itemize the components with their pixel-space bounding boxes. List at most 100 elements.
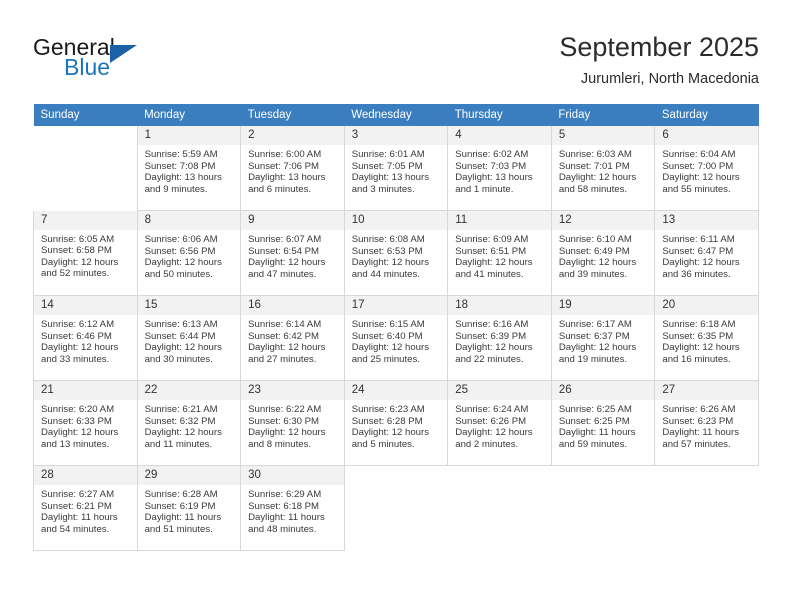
sunset-text: Sunset: 6:56 PM: [144, 245, 216, 257]
sunrise-text: Sunrise: 6:26 AM: [662, 404, 736, 415]
sunrise-text: Sunrise: 6:08 AM: [351, 234, 425, 245]
day-number: 24: [344, 381, 448, 400]
sunrise-text: Sunrise: 6:06 AM: [144, 234, 218, 245]
sunset-text: Sunset: 6:30 PM: [248, 415, 320, 427]
day-number: 10: [344, 211, 448, 230]
day-number: 26: [551, 381, 655, 400]
daylight-text: Daylight: 12 hours and 27 minutes.: [248, 342, 326, 365]
day-details: Sunrise: 6:23 AM Sunset: 6:28 PM Daylight:…: [345, 400, 448, 450]
daylight-text: Daylight: 12 hours and 30 minutes.: [144, 342, 222, 365]
daylight-text: Daylight: 12 hours and 5 minutes.: [351, 427, 430, 450]
calendar-day-cell[interactable]: 27 Sunrise: 6:26 AM Sunset: 6:23 PM Dayligh…: [654, 380, 759, 466]
calendar-day-cell[interactable]: 8 Sunrise: 6:06 AM Sunset: 6:56 PM Daylight…: [136, 210, 242, 296]
calendar-cell-empty: [447, 465, 552, 551]
calendar-day-cell[interactable]: 3 Sunrise: 6:01 AM Sunset: 7:05 PM Daylight…: [343, 126, 449, 211]
calendar-day-cell[interactable]: 4 Sunrise: 6:02 AM Sunset: 7:03 PM Daylight…: [447, 126, 552, 211]
day-number: 30: [241, 466, 344, 485]
day-number: 28: [34, 466, 137, 485]
sunset-text: Sunset: 6:42 PM: [248, 330, 320, 342]
calendar-day-cell[interactable]: 2 Sunrise: 6:00 AM Sunset: 7:06 PM Daylight…: [240, 126, 345, 211]
calendar-day-cell[interactable]: 30 Sunrise: 6:29 AM Sunset: 6:18 PM Dayligh…: [240, 465, 345, 551]
day-details: Sunrise: 6:04 AM Sunset: 7:00 PM Daylight:…: [655, 145, 758, 195]
daylight-text: Daylight: 11 hours and 59 minutes.: [558, 427, 636, 450]
calendar-day-cell[interactable]: 25 Sunrise: 6:24 AM Sunset: 6:26 PM Dayligh…: [447, 380, 552, 466]
calendar-day-cell[interactable]: 16 Sunrise: 6:14 AM Sunset: 6:42 PM Dayligh…: [240, 295, 345, 381]
sunrise-text: Sunrise: 6:11 AM: [662, 234, 735, 245]
day-number: 5: [551, 126, 655, 145]
daylight-text: Daylight: 12 hours and 16 minutes.: [662, 342, 740, 365]
calendar-day-cell[interactable]: 13 Sunrise: 6:11 AM Sunset: 6:47 PM Dayligh…: [654, 210, 759, 296]
daylight-text: Daylight: 13 hours and 1 minute.: [455, 172, 533, 195]
sunrise-text: Sunrise: 6:21 AM: [144, 404, 218, 415]
calendar-day-cell[interactable]: 11 Sunrise: 6:09 AM Sunset: 6:51 PM Dayligh…: [447, 210, 552, 296]
sunrise-text: Sunrise: 6:10 AM: [558, 234, 632, 245]
calendar-day-cell[interactable]: 24 Sunrise: 6:23 AM Sunset: 6:28 PM Dayligh…: [343, 380, 449, 466]
sunrise-text: Sunrise: 6:15 AM: [351, 319, 425, 330]
day-number: 11: [448, 211, 551, 230]
day-details: Sunrise: 6:00 AM Sunset: 7:06 PM Daylight:…: [241, 145, 344, 195]
day-details: Sunrise: 6:08 AM Sunset: 6:53 PM Daylight:…: [345, 230, 448, 280]
calendar-day-cell[interactable]: 17 Sunrise: 6:15 AM Sunset: 6:40 PM Dayligh…: [343, 295, 449, 381]
logo-text-blue: Blue: [64, 54, 111, 80]
day-details: Sunrise: 6:16 AM Sunset: 6:39 PM Daylight:…: [448, 315, 551, 365]
sunset-text: Sunset: 7:03 PM: [455, 160, 527, 172]
sunrise-text: Sunrise: 6:16 AM: [455, 319, 529, 330]
calendar-day-cell[interactable]: 14 Sunrise: 6:12 AM Sunset: 6:46 PM Dayligh…: [33, 295, 138, 381]
calendar-day-cell[interactable]: 7 Sunrise: 6:05 AM Sunset: 6:58 PM Daylight…: [33, 210, 138, 296]
day-details: Sunrise: 6:25 AM Sunset: 6:25 PM Daylight:…: [552, 400, 655, 450]
daylight-text: Daylight: 12 hours and 11 minutes.: [144, 427, 222, 450]
calendar-day-cell[interactable]: 10 Sunrise: 6:08 AM Sunset: 6:53 PM Dayligh…: [343, 210, 449, 296]
sunset-text: Sunset: 7:08 PM: [144, 160, 216, 172]
calendar-day-cell[interactable]: 1 Sunrise: 5:59 AM Sunset: 7:08 PM Daylight…: [136, 126, 242, 211]
day-details: Sunrise: 6:03 AM Sunset: 7:01 PM Daylight:…: [552, 145, 655, 195]
day-details: Sunrise: 6:11 AM Sunset: 6:47 PM Daylight:…: [655, 230, 758, 280]
calendar-day-cell[interactable]: 28 Sunrise: 6:27 AM Sunset: 6:21 PM Dayligh…: [33, 465, 138, 551]
sunset-text: Sunset: 7:06 PM: [248, 160, 320, 172]
daylight-text: Daylight: 12 hours and 58 minutes.: [558, 172, 637, 195]
sunset-text: Sunset: 6:26 PM: [455, 415, 527, 427]
sunrise-text: Sunrise: 6:05 AM: [41, 233, 115, 245]
daylight-text: Daylight: 11 hours and 54 minutes.: [41, 512, 118, 535]
sunset-text: Sunset: 6:49 PM: [558, 245, 630, 257]
daylight-text: Daylight: 12 hours and 39 minutes.: [558, 257, 637, 280]
day-details: Sunrise: 6:02 AM Sunset: 7:03 PM Daylight:…: [448, 145, 551, 195]
calendar-week-row: 7 Sunrise: 6:05 AM Sunset: 6:58 PM Daylight…: [33, 210, 759, 296]
calendar-day-cell[interactable]: 20 Sunrise: 6:18 AM Sunset: 6:35 PM Dayligh…: [654, 295, 759, 381]
day-number: 12: [551, 211, 655, 230]
sunset-text: Sunset: 6:21 PM: [41, 500, 112, 512]
calendar-cell-empty: [551, 465, 655, 551]
sunrise-text: Sunrise: 6:20 AM: [41, 404, 115, 415]
calendar-day-cell[interactable]: 21 Sunrise: 6:20 AM Sunset: 6:33 PM Dayligh…: [33, 380, 138, 466]
calendar-day-cell[interactable]: 23 Sunrise: 6:22 AM Sunset: 6:30 PM Dayligh…: [240, 380, 345, 466]
daylight-text: Daylight: 11 hours and 51 minutes.: [144, 512, 222, 535]
sunset-text: Sunset: 6:33 PM: [41, 415, 112, 427]
calendar-day-cell[interactable]: 5 Sunrise: 6:03 AM Sunset: 7:01 PM Daylight…: [550, 126, 656, 211]
day-details: Sunrise: 6:24 AM Sunset: 6:26 PM Daylight:…: [448, 400, 551, 450]
sunset-text: Sunset: 7:01 PM: [558, 160, 630, 172]
sunrise-text: Sunrise: 6:07 AM: [248, 234, 322, 245]
daylight-text: Daylight: 13 hours and 6 minutes.: [248, 172, 326, 195]
calendar-day-cell[interactable]: 6 Sunrise: 6:04 AM Sunset: 7:00 PM Daylight…: [654, 126, 759, 211]
calendar-page: General Blue September 2025 Jurumleri, N…: [0, 0, 792, 612]
sunset-text: Sunset: 6:40 PM: [351, 330, 423, 342]
day-details: Sunrise: 6:01 AM Sunset: 7:05 PM Daylight:…: [345, 145, 448, 195]
calendar-day-cell[interactable]: 22 Sunrise: 6:21 AM Sunset: 6:32 PM Dayligh…: [136, 380, 242, 466]
day-details: Sunrise: 6:20 AM Sunset: 6:33 PM Daylight:…: [34, 400, 137, 450]
calendar-day-cell[interactable]: 29 Sunrise: 6:28 AM Sunset: 6:19 PM Dayligh…: [136, 465, 242, 551]
weekday-header-wednesday: Wednesday: [344, 104, 448, 126]
general-blue-logo[interactable]: General Blue: [33, 34, 233, 86]
calendar-day-cell[interactable]: 19 Sunrise: 6:17 AM Sunset: 6:37 PM Dayligh…: [550, 295, 656, 381]
day-number: 8: [137, 211, 241, 230]
calendar-day-cell[interactable]: 18 Sunrise: 6:16 AM Sunset: 6:39 PM Dayligh…: [447, 295, 552, 381]
calendar-day-cell[interactable]: 9 Sunrise: 6:07 AM Sunset: 6:54 PM Daylight…: [240, 210, 345, 296]
day-details: Sunrise: 6:15 AM Sunset: 6:40 PM Daylight:…: [345, 315, 448, 365]
calendar-day-cell[interactable]: 12 Sunrise: 6:10 AM Sunset: 6:49 PM Dayligh…: [550, 210, 656, 296]
daylight-text: Daylight: 11 hours and 48 minutes.: [248, 512, 325, 535]
calendar-day-cell[interactable]: 26 Sunrise: 6:25 AM Sunset: 6:25 PM Dayligh…: [550, 380, 656, 466]
calendar-day-cell[interactable]: 15 Sunrise: 6:13 AM Sunset: 6:44 PM Dayligh…: [136, 295, 242, 381]
day-number: 14: [34, 296, 137, 315]
sunset-text: Sunset: 6:58 PM: [41, 245, 112, 257]
sunrise-text: Sunrise: 6:01 AM: [351, 149, 425, 160]
day-details: Sunrise: 6:26 AM Sunset: 6:23 PM Daylight:…: [655, 400, 758, 450]
day-details: Sunrise: 6:28 AM Sunset: 6:19 PM Daylight:…: [138, 485, 241, 535]
